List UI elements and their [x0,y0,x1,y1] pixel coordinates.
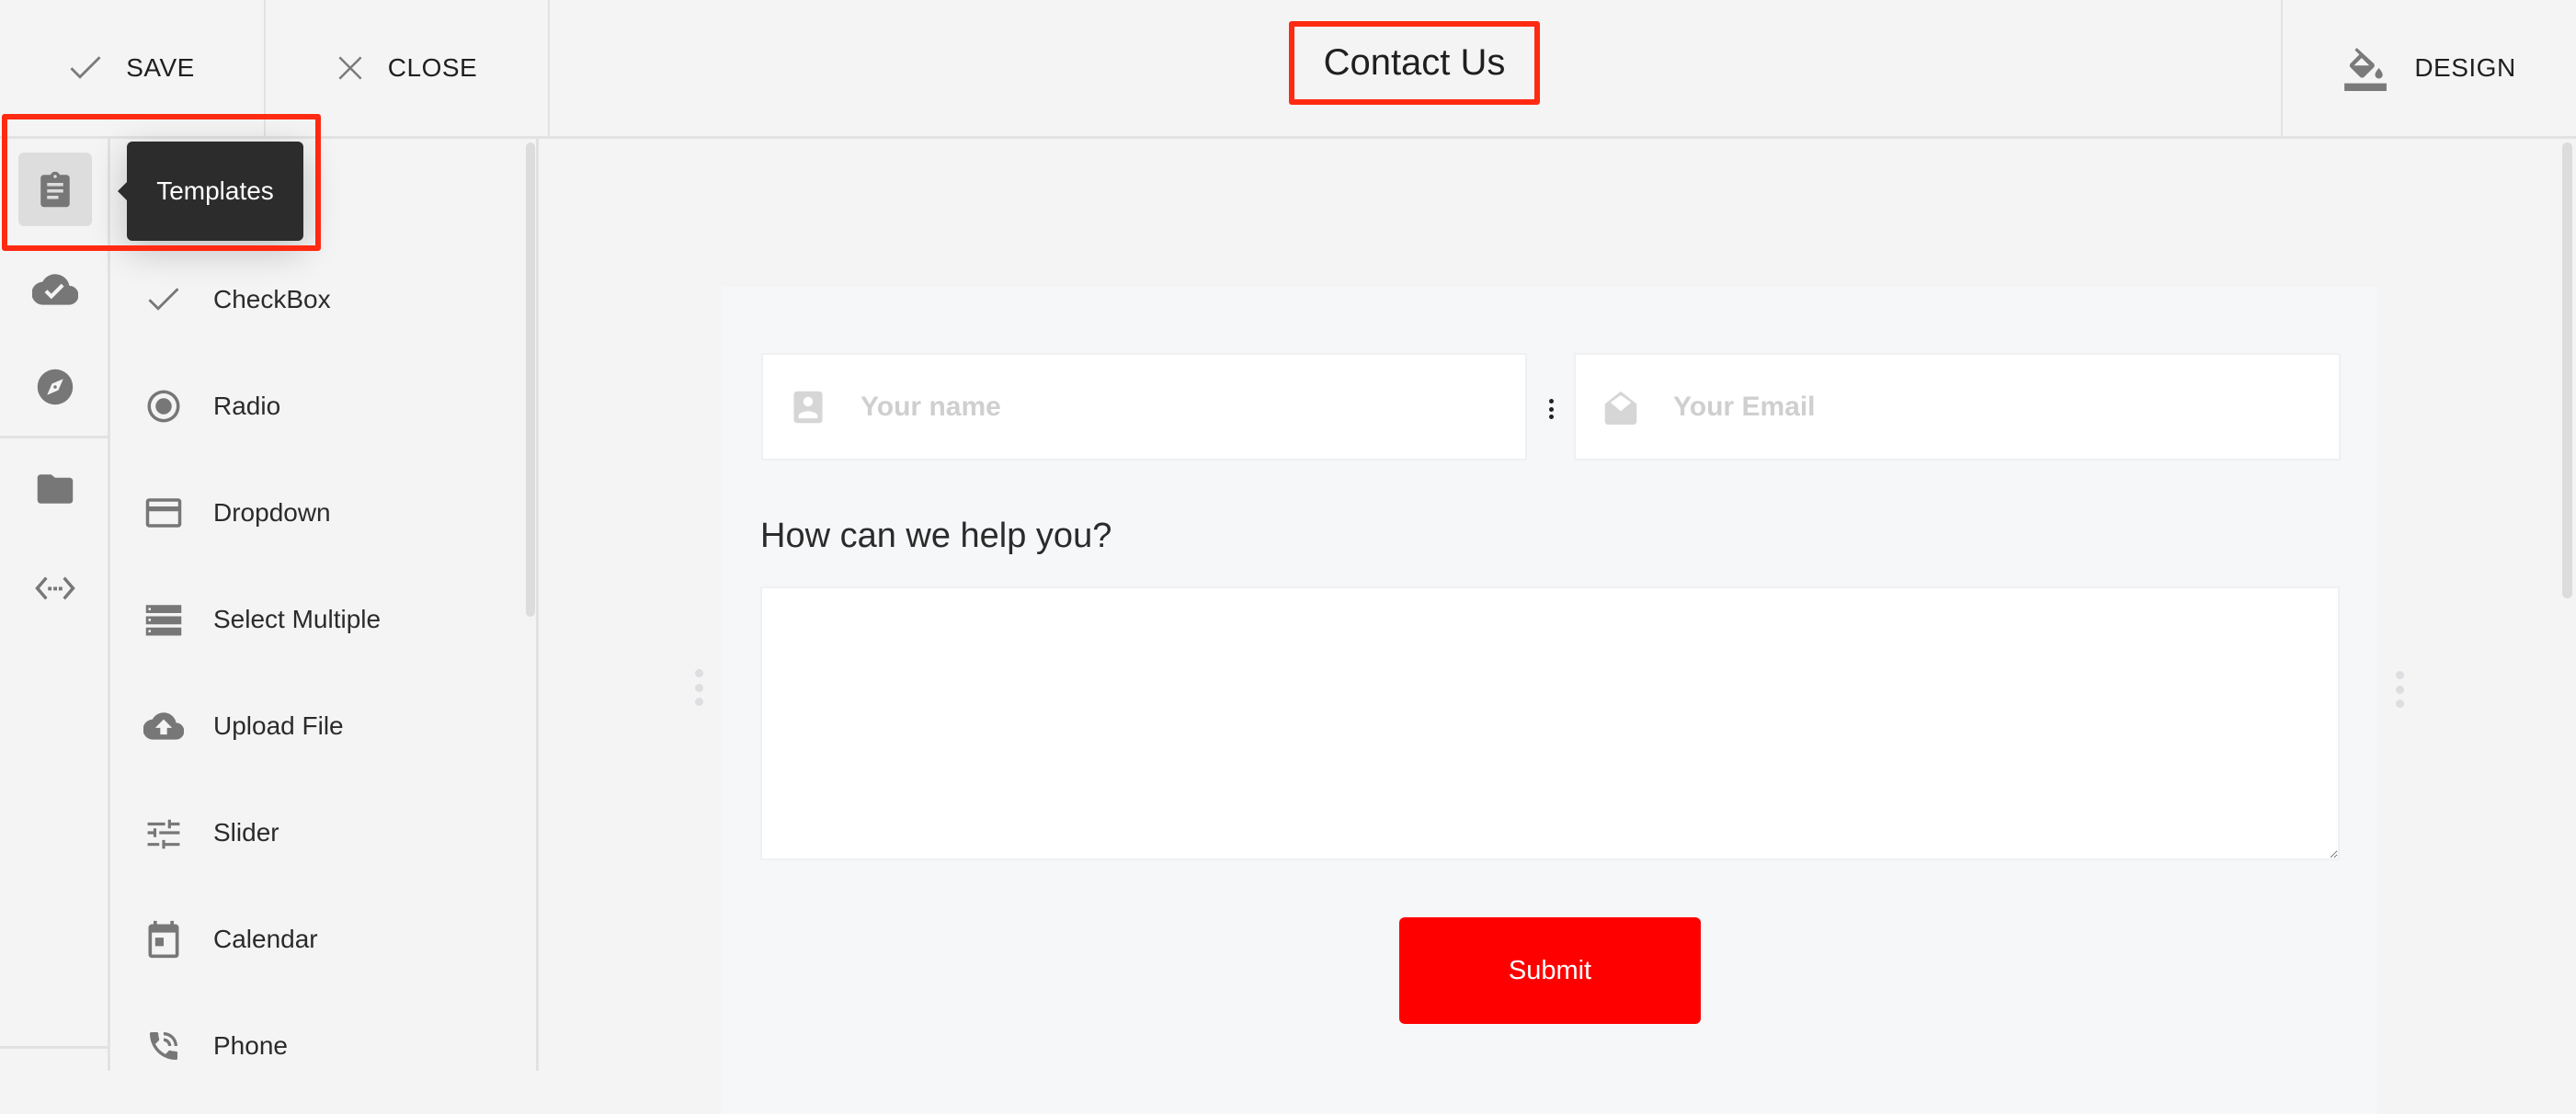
panel-item-checkbox[interactable]: CheckBox [110,254,515,346]
design-button[interactable]: DESIGN [2281,0,2576,136]
panel-item-label: Calendar [213,925,318,953]
panel-item-phone[interactable]: Phone [110,1000,515,1071]
calendar-icon [143,919,184,960]
rail-item-templates[interactable] [18,153,92,226]
top-toolbar: SAVE CLOSE Contact Us DESIGN [0,0,2576,139]
name-field[interactable]: Your name [761,353,1527,460]
close-icon [338,56,362,80]
folder-icon [37,474,74,504]
canvas-scrollbar[interactable] [2562,142,2572,598]
mail-open-icon [1603,390,1638,425]
submit-button[interactable]: Submit [1399,917,1701,1024]
save-label: SAVE [126,53,195,82]
panel-item-label: Upload File [213,711,344,740]
panel-item-label: Dropdown [213,498,331,527]
panel-item-dropdown[interactable]: Dropdown [110,467,515,559]
list-icon [143,599,184,640]
check-icon [70,56,101,79]
panel-item-label: CheckBox [213,285,331,313]
dropdown-icon [143,493,184,533]
check-icon [143,279,184,320]
form-canvas: Your name Your Email How can we help you… [539,139,2576,1114]
paint-bucket-icon [2344,48,2388,91]
email-field[interactable]: Your Email [1574,353,2341,460]
rail-divider [0,436,108,438]
message-textarea[interactable] [760,586,2340,860]
contact-icon [791,390,826,425]
tooltip-text: Templates [156,176,274,205]
left-resize-handle[interactable] [693,669,704,706]
cloud-upload-icon [143,706,184,746]
column-options-icon[interactable] [1544,399,1557,419]
right-resize-handle[interactable] [2394,671,2405,708]
cloud-done-icon [32,274,78,305]
panel-item-label: Select Multiple [213,605,382,633]
rail-item-explore[interactable] [18,350,92,424]
radio-icon [143,386,184,426]
phone-icon [143,1026,184,1066]
rail-item-files[interactable] [18,452,92,526]
components-panel: CheckBox Radio Dropdown Select Multiple … [110,139,539,1071]
panel-item-label: Radio [213,392,281,420]
templates-tooltip: Templates [118,142,303,241]
close-label: CLOSE [387,53,478,82]
panel-item-select-multiple[interactable]: Select Multiple [110,574,515,665]
form-card: Your name Your Email How can we help you… [722,287,2377,1114]
page-title: Contact Us [1323,42,1506,83]
clipboard-icon [40,171,70,208]
design-label: DESIGN [2414,53,2516,82]
rail-item-embed[interactable] [18,551,92,625]
tune-icon [143,813,184,853]
message-label: How can we help you? [760,517,1112,555]
panel-item-calendar[interactable]: Calendar [110,893,515,985]
rail-divider [0,1046,108,1049]
panel-item-slider[interactable]: Slider [110,787,515,879]
save-button[interactable]: SAVE [0,0,266,136]
name-placeholder: Your name [861,391,1001,422]
panel-scrollbar[interactable] [526,142,535,617]
compass-icon [37,369,74,405]
panel-item-radio[interactable]: Radio [110,360,515,452]
close-button[interactable]: CLOSE [266,0,550,136]
panel-item-label: Slider [213,818,279,847]
panel-item-label: Phone [213,1031,288,1060]
email-placeholder: Your Email [1673,391,1816,422]
left-rail [0,139,110,1071]
panel-item-upload-file[interactable]: Upload File [110,680,515,772]
code-dots-icon [35,576,75,600]
rail-item-cloud[interactable] [18,253,92,326]
form-title-box[interactable]: Contact Us [1289,21,1540,105]
